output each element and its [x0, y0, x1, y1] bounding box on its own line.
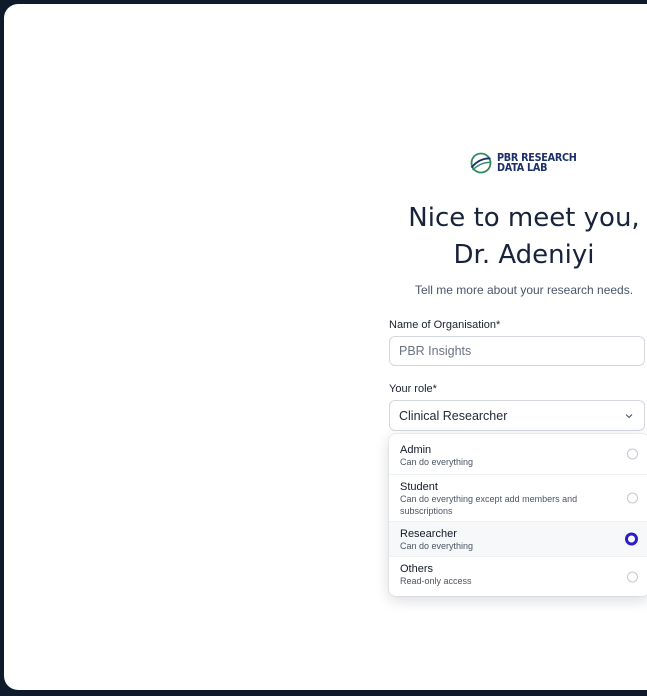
radio-button[interactable]	[627, 571, 638, 582]
role-option-description: Read-only access	[400, 576, 472, 586]
role-option-title: Researcher	[400, 528, 457, 540]
role-option-researcher[interactable]: Researcher Can do everything	[389, 521, 647, 556]
role-option-others[interactable]: Others Read-only access	[389, 556, 647, 596]
role-option-description: Can do everything	[400, 457, 474, 467]
brand-name-line-2: DATA LAB	[497, 162, 548, 174]
role-select-value: Clinical Researcher	[399, 408, 508, 423]
radio-button[interactable]	[627, 448, 638, 460]
planet-ring-icon	[470, 152, 492, 174]
chevron-down-icon	[625, 413, 633, 418]
role-dropdown-menu: Admin Can do everything Student Can do e…	[389, 434, 647, 596]
role-option-admin[interactable]: Admin Can do everything	[389, 434, 647, 474]
brand-logo: PBR RESEARCH DATA LAB	[469, 151, 584, 175]
page-subtitle: Tell me more about your research needs.	[414, 283, 634, 297]
role-option-description: Can do everything	[400, 541, 474, 551]
radio-button-selected[interactable]	[625, 532, 638, 546]
organisation-label: Name of Organisation*	[389, 319, 501, 331]
radio-button[interactable]	[627, 492, 638, 504]
role-option-title: Others	[400, 563, 434, 575]
role-option-description: Can do everything except add members and…	[400, 494, 578, 516]
onboarding-window: PBR RESEARCH DATA LAB Nice to meet you, …	[4, 4, 647, 690]
role-option-title: Admin	[400, 444, 432, 456]
brand-name: PBR RESEARCH DATA LAB	[497, 153, 577, 174]
organisation-input[interactable]	[389, 336, 645, 366]
role-select[interactable]: Clinical Researcher	[389, 400, 645, 431]
page-title: Nice to meet you, Dr. Adeniyi	[408, 203, 640, 270]
role-label: Your role*	[389, 383, 437, 395]
role-option-student[interactable]: Student Can do everything except add mem…	[389, 474, 647, 521]
role-option-title: Student	[400, 481, 438, 493]
